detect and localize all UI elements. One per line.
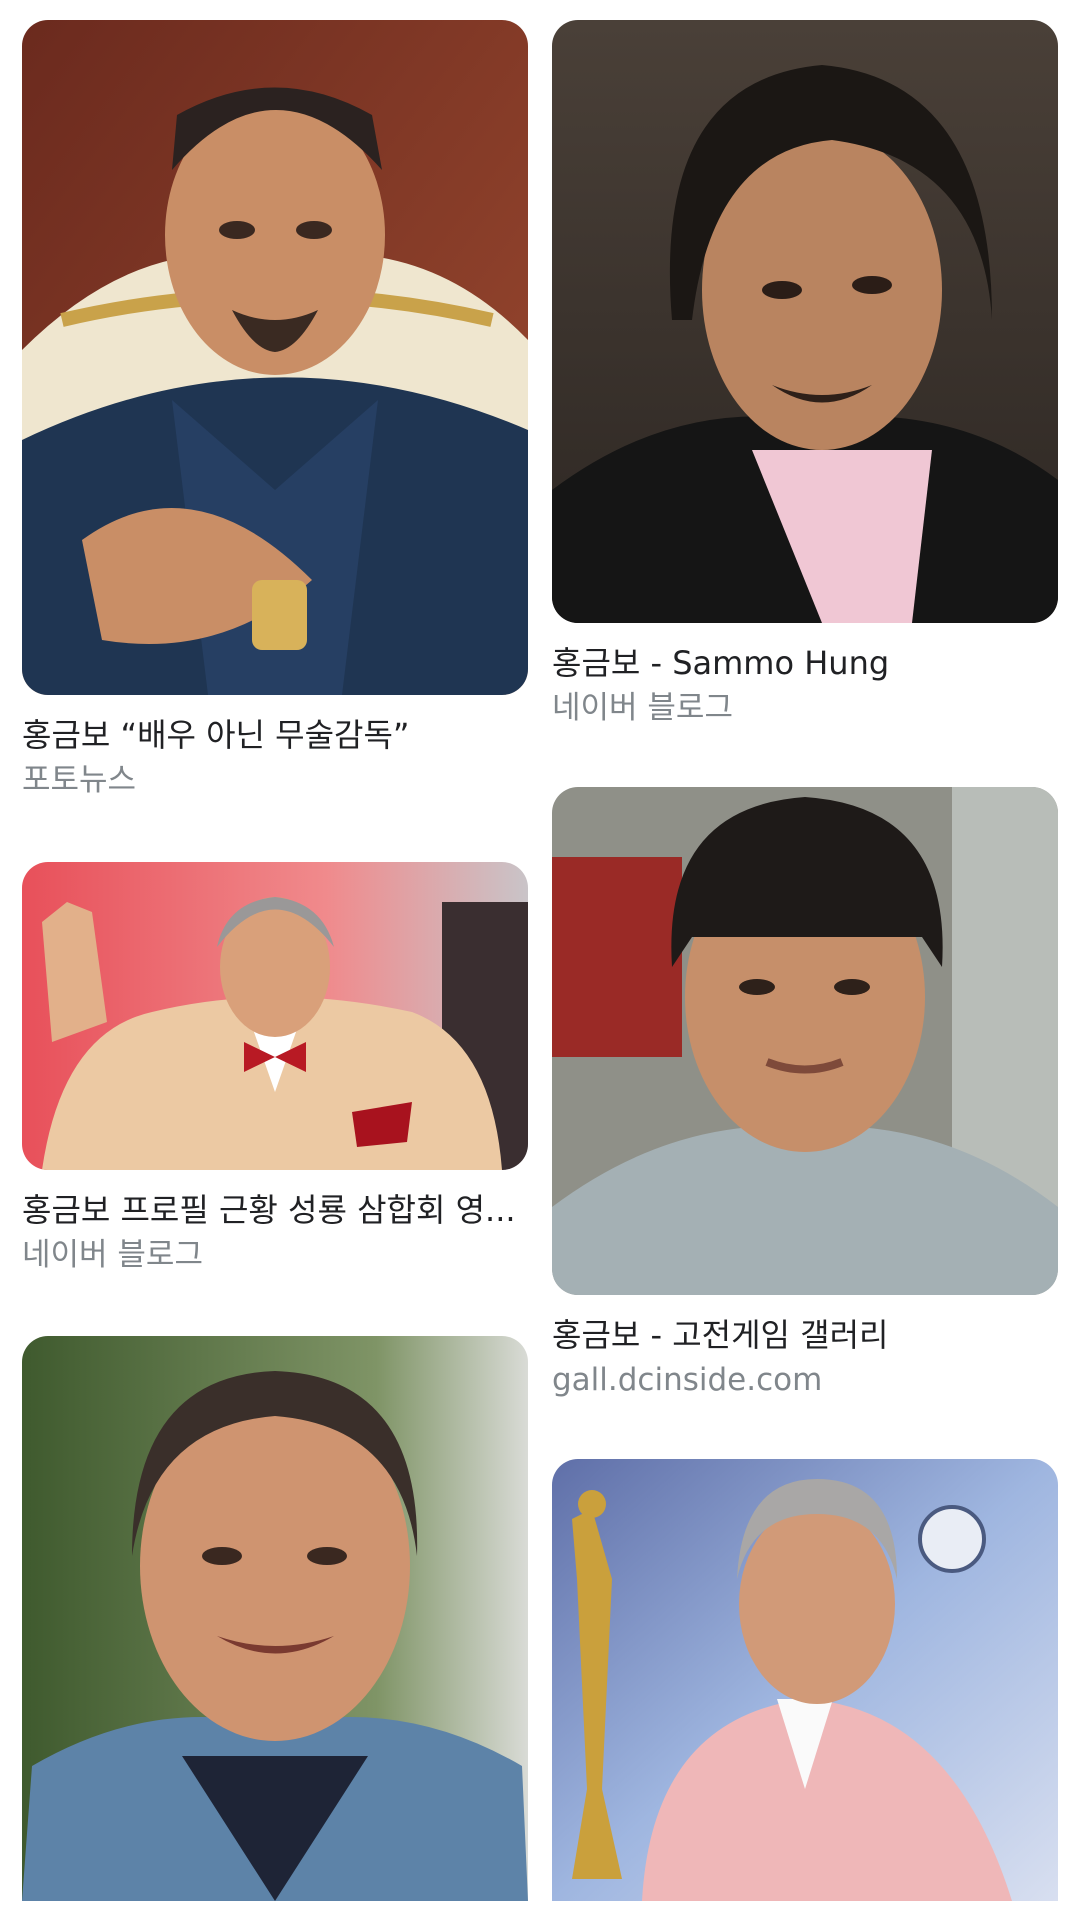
result-source: 네이버 블로그 xyxy=(552,690,733,726)
result-title[interactable]: 홍금보 “배우 아닌 무술감독” xyxy=(22,715,528,755)
image-result-card[interactable]: 홍금보 프로필 근황 성룡 삼합회 영... 네이버 블로그 xyxy=(22,862,528,1274)
result-title[interactable]: 홍금보 - Sammo Hung xyxy=(552,643,1058,683)
result-title[interactable]: 홍금보 프로필 근황 성룡 삼합회 영... xyxy=(22,1190,528,1230)
result-source: 포토뉴스 xyxy=(22,762,137,798)
result-image[interactable] xyxy=(22,1336,528,1901)
result-image[interactable] xyxy=(552,1459,1058,1901)
result-image[interactable] xyxy=(22,862,528,1170)
image-result-card[interactable]: 홍금보 - 고전게임 갤러리 gall.dcinside.com xyxy=(552,787,1058,1399)
image-result-card[interactable]: 홍금보 - Sammo Hung 네이버 블로그 xyxy=(552,20,1058,727)
image-result-card[interactable] xyxy=(552,1459,1058,1927)
image-result-card[interactable]: 홍금보 “배우 아닌 무술감독” 포토뉴스 xyxy=(22,20,528,799)
result-source: gall.dcinside.com xyxy=(552,1362,823,1398)
result-source: 네이버 블로그 xyxy=(22,1237,203,1273)
result-image[interactable] xyxy=(22,20,528,695)
result-title[interactable]: 홍금보 - 고전게임 갤러리 xyxy=(552,1315,1058,1355)
result-image[interactable] xyxy=(552,20,1058,623)
result-image[interactable] xyxy=(552,787,1058,1295)
image-results-grid: 홍금보 “배우 아닌 무술감독” 포토뉴스 홍금보 프로필 근황 성룡 삼합회 … xyxy=(0,0,1080,1901)
image-result-card[interactable] xyxy=(22,1336,528,1927)
